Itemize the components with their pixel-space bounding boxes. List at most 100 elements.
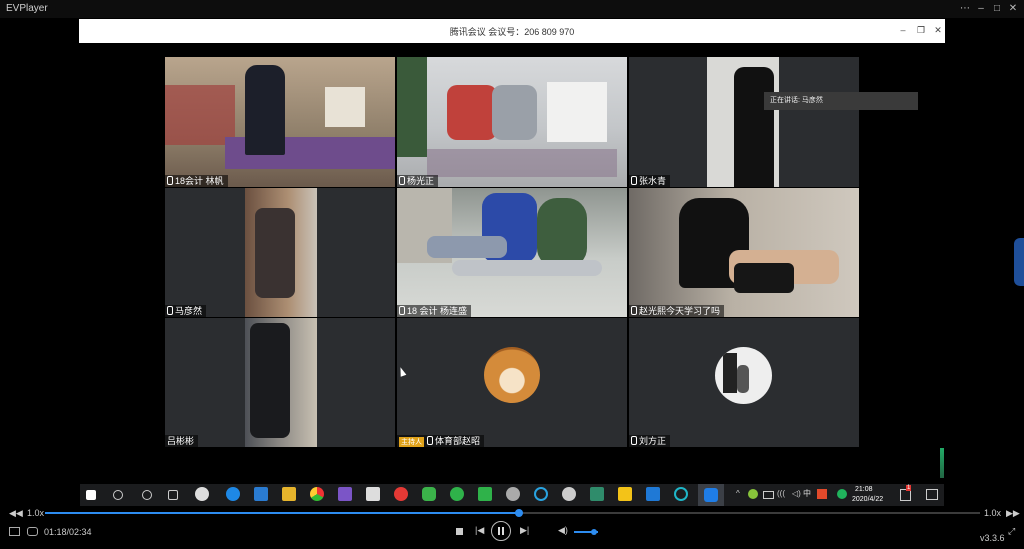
video-tile[interactable]: 赵光熙今天学习了吗 [629,188,859,317]
host-badge: 主持人 [399,437,424,447]
tray-chevron-icon[interactable]: ^ [736,489,740,498]
edge-icon[interactable] [226,487,240,501]
speed-decrease-icon[interactable]: ◀◀ [9,508,23,519]
store-icon[interactable] [366,487,380,501]
app-purple-icon[interactable] [338,487,352,501]
subtitle-icon[interactable] [27,527,38,536]
mic-icon [631,306,637,315]
search-app-icon[interactable] [674,487,688,501]
participant-name: 18 会计 杨连盛 [407,306,468,316]
terminal-app-icon[interactable] [590,487,604,501]
meeting-minimize-button[interactable]: – [897,24,909,36]
video-tile[interactable]: 吕彬彬 [165,318,395,447]
chrome-icon[interactable] [310,487,324,501]
tencent-video-icon[interactable] [646,487,660,501]
video-tile[interactable]: 刘方正 [629,318,859,447]
ime-indicator[interactable]: 中 [803,488,811,499]
more-icon[interactable]: ⋯ [958,2,972,16]
battery-icon[interactable] [763,491,774,499]
network-icon[interactable]: ((( [777,489,785,498]
participant-name-bar: 张水青 [629,175,671,187]
participant-name: 吕彬彬 [167,436,195,446]
participant-name-bar: 主持人 体育部赵昭 [397,435,485,447]
participant-name-bar: 吕彬彬 [165,435,199,447]
browser-q-icon[interactable] [534,487,548,501]
playlist-icon[interactable] [9,527,20,536]
green-app-icon[interactable] [450,487,464,501]
video-tile[interactable]: 杨光正 [397,57,627,187]
tray-app-icon[interactable] [748,489,758,499]
participant-name: 18会计 林帆 [175,176,224,186]
minimize-button[interactable]: – [974,2,988,16]
participant-name-bar: 杨光正 [397,175,439,187]
clock-time[interactable]: 21:08 [855,486,873,493]
speed-left-label[interactable]: 1.0x [27,508,44,518]
volume-handle[interactable] [591,529,597,535]
action-center-icon[interactable] [926,489,938,500]
video-tile[interactable]: 主持人 体育部赵昭 [397,318,627,447]
mic-icon [167,176,173,185]
fullscreen-icon[interactable]: ⤢ [1008,526,1015,537]
speed-increase-icon[interactable]: ▶▶ [1006,508,1020,519]
participant-name: 体育部赵昭 [435,436,481,446]
maximize-button[interactable]: □ [990,2,1004,16]
next-button[interactable]: ▶| [520,525,529,536]
side-panel-toggle[interactable] [1014,238,1024,286]
meeting-close-button[interactable]: ✕ [932,24,944,36]
video-tile[interactable]: 18 会计 杨连盛 [397,188,627,317]
participant-name: 张水青 [639,176,667,186]
participant-name: 杨光正 [407,176,435,186]
file-explorer-icon[interactable] [282,487,296,501]
volume-tray-icon[interactable]: ◁) [792,489,801,498]
avatar [484,347,540,403]
search-icon[interactable] [113,490,123,500]
tencent-meeting-taskbar-button[interactable] [698,484,724,506]
mic-icon [399,176,405,185]
sticky-notes-icon[interactable] [618,487,632,501]
previous-button[interactable]: |◀ [475,525,484,536]
participant-name: 马彦然 [175,306,203,316]
wechat-icon[interactable] [422,487,436,501]
participant-name: 赵光熙今天学习了吗 [639,306,721,316]
stop-button[interactable] [456,528,463,535]
netease-music-icon[interactable] [394,487,408,501]
speaking-indicator: 正在讲话: 马彦然 [764,92,918,110]
video-tile[interactable]: 马彦然 [165,188,395,317]
cortana-icon[interactable] [142,490,152,500]
windows-start-icon[interactable] [86,490,96,500]
playback-time: 01:18/02:34 [44,527,92,537]
version-label: v3.3.6 [980,533,1005,543]
pinwheel-app-icon[interactable] [195,487,209,501]
mic-icon [631,436,637,445]
mic-icon [631,176,637,185]
sougou-ime-icon[interactable] [817,489,827,499]
pause-button[interactable] [491,521,511,541]
player-title: EVPlayer [6,3,48,14]
mic-icon [167,306,173,315]
player-titlebar [0,0,1024,18]
video-tile[interactable]: 张水青 [629,57,859,187]
iqiyi-icon[interactable] [478,487,492,501]
mail-icon[interactable] [254,487,268,501]
clock-date[interactable]: 2020/4/22 [852,496,883,503]
baidu-netdisk-icon[interactable] [562,487,576,501]
task-view-icon[interactable] [168,490,178,500]
windows-taskbar: ^ ((( ◁) 中 1 [80,484,944,506]
mic-icon [399,306,405,315]
video-tile[interactable]: 18会计 林帆 [165,57,395,187]
seek-handle[interactable] [515,509,524,517]
avatar [715,347,772,404]
speaking-text: 正在讲话: 马彦然 [770,97,823,104]
wechat-tray-icon[interactable] [837,489,847,499]
participant-name-bar: 刘方正 [629,435,671,447]
mic-icon [427,436,433,445]
meeting-restore-button[interactable]: ❐ [915,24,927,36]
seek-bar-progress [45,512,520,514]
meeting-title: 腾讯会议 会议号：206 809 970 [449,27,575,37]
participant-name-bar: 马彦然 [165,305,207,317]
participant-name-bar: 18会计 林帆 [165,175,228,187]
close-button[interactable]: ✕ [1006,2,1020,16]
speed-right-label[interactable]: 1.0x [984,508,1001,518]
volume-icon[interactable]: ◀) [558,525,568,536]
cloud-app-icon[interactable] [506,487,520,501]
